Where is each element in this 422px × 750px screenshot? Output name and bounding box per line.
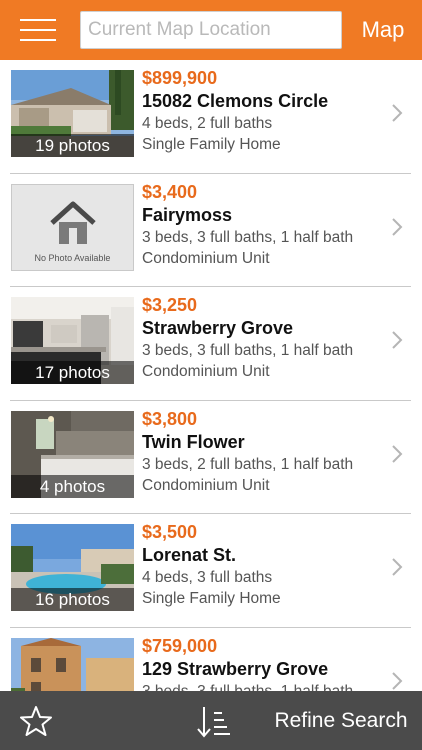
- map-button[interactable]: Map: [352, 14, 414, 46]
- listing-item[interactable]: 17 photos $3,250 Strawberry Grove 3 beds…: [0, 287, 422, 401]
- no-photo-label: No Photo Available: [34, 252, 111, 263]
- listing-info: $899,900 15082 Clemons Circle 4 beds, 2 …: [142, 66, 382, 155]
- listing-price: $3,800: [142, 408, 198, 429]
- listing-photo: 16 photos: [11, 524, 134, 611]
- hamburger-menu-icon[interactable]: [20, 15, 56, 45]
- chevron-right-icon: [392, 444, 403, 463]
- listing-type: Single Family Home: [142, 590, 281, 607]
- chevron-right-icon: [392, 671, 403, 690]
- chevron-right-icon: [392, 217, 403, 236]
- photo-count: 4 photos: [11, 474, 134, 498]
- listing-item[interactable]: 16 photos $3,500 Lorenat St. 4 beds, 3 f…: [0, 514, 422, 628]
- listing-price: $3,400: [142, 181, 198, 202]
- star-icon[interactable]: [20, 705, 52, 737]
- listing-details: 4 beds, 2 full baths: [142, 115, 273, 132]
- chevron-right-icon: [392, 558, 403, 576]
- listing-item[interactable]: 4 photos $3,800 Twin Flower 3 beds, 2 fu…: [0, 401, 422, 514]
- photo-count: 19 photos: [11, 134, 134, 157]
- listing-details: 3 beds, 3 full baths, 1 half bath: [142, 228, 354, 246]
- listing-price: $899,900: [142, 68, 218, 88]
- listing-type: Condominium Unit: [142, 363, 270, 380]
- listing-photo: 17 photos: [11, 297, 134, 384]
- listing-photo: 4 photos: [11, 410, 134, 498]
- listing-price: $3,250: [142, 295, 198, 315]
- listing-item[interactable]: No Photo Available $3,400 Fairymoss 3 be…: [0, 174, 422, 287]
- listing-photo: 19 photos: [11, 70, 134, 157]
- top-bar: Map: [0, 0, 422, 60]
- listing-details: 3 beds, 3 full baths, 1 half bath: [142, 682, 354, 692]
- listing-title: Twin Flower: [142, 431, 245, 452]
- listing-price: $3,500: [142, 522, 198, 542]
- listing-title: 15082 Clemons Circle: [142, 91, 329, 111]
- listing-details: 3 beds, 3 full baths, 1 half bath: [142, 342, 354, 359]
- listing-info: $3,500 Lorenat St. 4 beds, 3 full baths …: [142, 520, 382, 609]
- listing-details: 3 beds, 2 full baths, 1 half bath: [142, 455, 354, 473]
- chevron-right-icon: [392, 331, 403, 349]
- listing-info: $3,800 Twin Flower 3 beds, 2 full baths,…: [142, 407, 382, 496]
- listing-title: Fairymoss: [142, 204, 233, 225]
- listing-title: Lorenat St.: [142, 545, 237, 565]
- refine-search-button[interactable]: Refine Search: [266, 705, 416, 737]
- listing-type: Condominium Unit: [142, 476, 270, 494]
- photo-count: 17 photos: [11, 361, 134, 384]
- listing-item[interactable]: 19 photos $899,900 15082 Clemons Circle …: [0, 60, 422, 174]
- listing-type: Single Family Home: [142, 136, 281, 153]
- photo-count: 16 photos: [11, 588, 134, 611]
- listing-details: 4 beds, 3 full baths: [142, 569, 273, 586]
- listing-title: 129 Strawberry Grove: [142, 658, 329, 679]
- listing-photo: [11, 637, 134, 691]
- sort-icon[interactable]: [196, 705, 234, 739]
- no-photo-placeholder: No Photo Available: [11, 183, 134, 271]
- listing-info: $3,400 Fairymoss 3 beds, 3 full baths, 1…: [142, 180, 382, 269]
- listing-info: $3,250 Strawberry Grove 3 beds, 3 full b…: [142, 293, 382, 382]
- listing-list: 19 photos $899,900 15082 Clemons Circle …: [0, 60, 422, 691]
- listing-price: $759,000: [142, 635, 218, 656]
- listing-info: $759,000 129 Strawberry Grove 3 beds, 3 …: [142, 634, 382, 692]
- chevron-right-icon: [392, 104, 403, 122]
- listing-type: Condominium Unit: [142, 249, 270, 267]
- listing-item[interactable]: $759,000 129 Strawberry Grove 3 beds, 3 …: [0, 628, 422, 692]
- location-search-input[interactable]: [80, 11, 342, 49]
- bottom-toolbar: Refine Search: [0, 691, 422, 750]
- listing-title: Strawberry Grove: [142, 318, 294, 338]
